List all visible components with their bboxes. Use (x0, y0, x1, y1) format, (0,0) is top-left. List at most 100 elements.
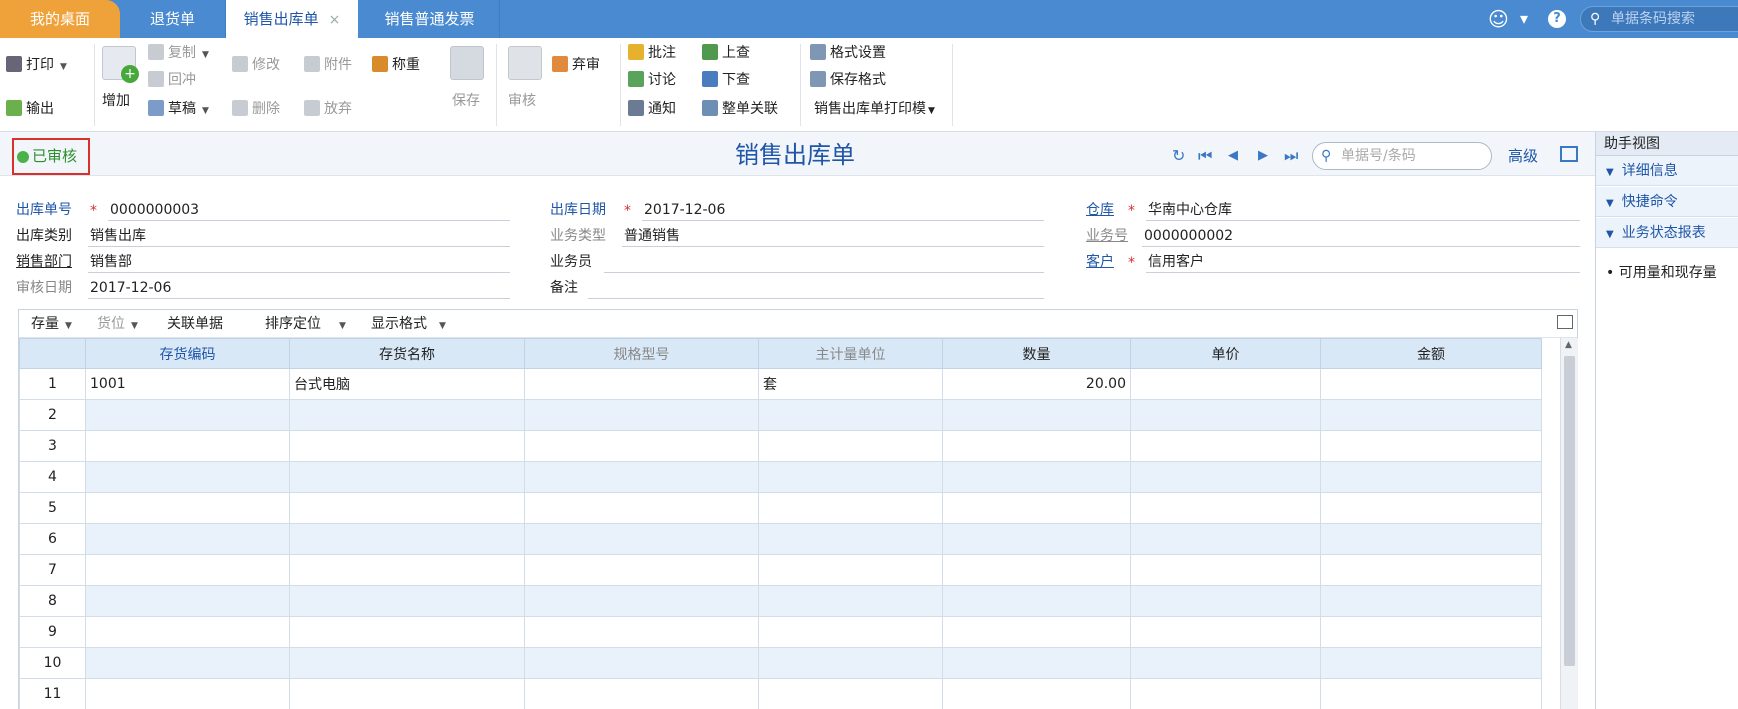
table-cell[interactable] (1320, 492, 1542, 524)
approve-clipboard-icon[interactable] (508, 46, 542, 80)
table-cell[interactable] (758, 647, 943, 679)
table-cell[interactable] (524, 368, 759, 400)
table-cell[interactable] (1130, 461, 1321, 493)
warehouse-label[interactable]: 仓库 (1086, 200, 1114, 220)
add-doc-icon[interactable]: + (102, 46, 139, 83)
table-cell[interactable] (942, 461, 1131, 493)
table-cell[interactable] (942, 585, 1131, 617)
table-cell[interactable] (85, 678, 290, 709)
delete-button[interactable]: 删除 (232, 98, 280, 120)
smile-icon[interactable]: ☺ (1488, 6, 1509, 32)
table-cell[interactable] (524, 492, 759, 524)
save-disk-icon[interactable] (450, 46, 484, 80)
first-record-icon[interactable]: ⏮ (1198, 146, 1212, 166)
location-button[interactable]: 货位 ▼ (97, 314, 138, 336)
table-cell[interactable] (1130, 554, 1321, 586)
biz-no-label[interactable]: 业务号 (1086, 226, 1128, 246)
sort-locate-button[interactable]: 排序定位 ▼ (265, 314, 346, 336)
column-header[interactable]: 规格型号 (524, 338, 759, 369)
table-cell[interactable] (758, 616, 943, 648)
table-cell[interactable] (524, 523, 759, 555)
vertical-scrollbar[interactable]: ▲ (1560, 338, 1578, 709)
table-row[interactable]: 1 1001 台式电脑 套 20.00 (19, 368, 1542, 400)
table-cell[interactable] (942, 523, 1131, 555)
table-cell[interactable] (289, 585, 525, 617)
table-cell[interactable] (524, 585, 759, 617)
table-cell[interactable] (758, 492, 943, 524)
table-cell[interactable] (1130, 678, 1321, 709)
table-cell[interactable] (942, 616, 1131, 648)
table-cell[interactable] (758, 461, 943, 493)
table-cell[interactable] (1320, 554, 1542, 586)
tab-return-order[interactable]: 退货单 (120, 0, 226, 38)
table-cell[interactable] (85, 616, 290, 648)
table-row[interactable]: 7 (19, 554, 1542, 586)
table-row[interactable]: 6 (19, 523, 1542, 555)
table-row[interactable]: 11 (19, 678, 1542, 709)
whole-link-button[interactable]: 整单关联 (702, 98, 778, 120)
table-cell[interactable] (289, 678, 525, 709)
column-header[interactable]: 数量 (942, 338, 1131, 369)
remark-field[interactable] (588, 278, 1044, 299)
tab-my-desktop[interactable]: 我的桌面 (0, 0, 120, 38)
attachment-button[interactable]: 附件 (304, 54, 352, 76)
biz-type-field[interactable]: 普通销售 (622, 226, 1044, 247)
table-cell[interactable]: 套 (758, 368, 943, 400)
draft-button[interactable]: 草稿 ▼ (148, 98, 209, 120)
chevron-down-icon[interactable]: ▾ (1520, 6, 1528, 32)
table-row[interactable]: 4 (19, 461, 1542, 493)
add-button[interactable]: 增加 (102, 90, 130, 112)
table-cell[interactable] (85, 430, 290, 462)
table-cell[interactable] (1130, 492, 1321, 524)
table-cell[interactable] (1130, 585, 1321, 617)
table-cell[interactable] (289, 647, 525, 679)
table-cell[interactable] (758, 430, 943, 462)
table-cell[interactable] (85, 461, 290, 493)
table-cell[interactable] (1130, 399, 1321, 431)
save-button[interactable]: 保存 (452, 90, 480, 112)
table-cell[interactable] (758, 678, 943, 709)
table-cell[interactable] (524, 647, 759, 679)
table-cell[interactable] (1320, 523, 1542, 555)
table-cell[interactable] (1320, 430, 1542, 462)
salesperson-field[interactable] (604, 252, 1044, 273)
advanced-search-link[interactable]: 高级 (1508, 146, 1538, 166)
table-cell[interactable] (85, 523, 290, 555)
table-cell[interactable] (524, 616, 759, 648)
table-cell[interactable] (942, 647, 1131, 679)
audit-date-field[interactable]: 2017-12-06 (88, 278, 510, 299)
out-type-field[interactable]: 销售出库 (88, 226, 510, 247)
table-cell[interactable] (289, 461, 525, 493)
table-cell[interactable] (758, 523, 943, 555)
panel-item-shortcuts[interactable]: ▼ 快捷命令 (1596, 187, 1738, 217)
table-cell[interactable] (1320, 678, 1542, 709)
table-cell[interactable] (85, 492, 290, 524)
print-button[interactable]: 打印 ▼ (6, 54, 67, 76)
table-cell[interactable]: 台式电脑 (289, 368, 525, 400)
modify-button[interactable]: 修改 (232, 54, 280, 76)
doc-number-search-input[interactable]: ⚲ 单据号/条码 (1312, 142, 1492, 170)
fullscreen-icon[interactable] (1557, 315, 1573, 329)
table-cell[interactable] (758, 399, 943, 431)
table-cell[interactable] (1320, 461, 1542, 493)
tab-sales-outbound[interactable]: 销售出库单 × (226, 0, 358, 38)
table-cell[interactable] (1130, 616, 1321, 648)
close-icon[interactable]: × (329, 12, 341, 28)
table-cell[interactable] (85, 647, 290, 679)
column-header[interactable]: 主计量单位 (758, 338, 943, 369)
table-cell[interactable] (289, 523, 525, 555)
table-cell[interactable] (1130, 368, 1321, 400)
annotate-button[interactable]: 批注 (628, 42, 676, 64)
out-date-field[interactable]: 2017-12-06 (642, 200, 1044, 221)
table-cell[interactable]: 20.00 (942, 368, 1131, 400)
table-cell[interactable] (1130, 523, 1321, 555)
scrollbar-thumb[interactable] (1564, 356, 1575, 666)
table-cell[interactable] (1320, 647, 1542, 679)
tab-sales-invoice[interactable]: 销售普通发票 (360, 0, 500, 38)
table-cell[interactable] (524, 554, 759, 586)
table-cell[interactable] (758, 554, 943, 586)
table-cell[interactable] (1320, 585, 1542, 617)
last-record-icon[interactable]: ⏭ (1284, 146, 1298, 166)
barcode-search-input[interactable]: ⚲ 单据条码搜索 (1580, 6, 1738, 32)
table-cell[interactable] (85, 399, 290, 431)
